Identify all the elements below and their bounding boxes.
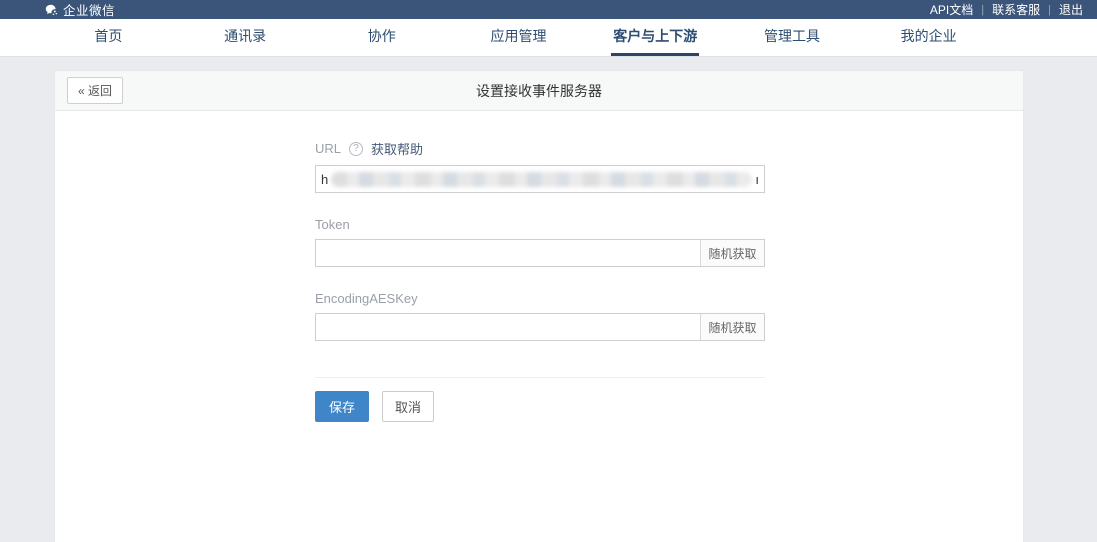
- url-value-prefix: h: [321, 172, 328, 187]
- separator: |: [981, 4, 984, 16]
- nav-item-label: 客户与上下游: [611, 19, 699, 56]
- topbar-link-api-docs[interactable]: API文档: [930, 1, 973, 18]
- nav-item-app-management[interactable]: 应用管理: [450, 19, 587, 56]
- nav-item-my-company[interactable]: 我的企业: [860, 19, 997, 56]
- form-actions: 保存 取消: [315, 391, 765, 422]
- url-input[interactable]: h ı: [315, 165, 765, 193]
- wechat-work-logo-icon: [44, 3, 58, 17]
- nav-item-label: 管理工具: [762, 19, 822, 56]
- get-help-link[interactable]: 获取帮助: [371, 139, 423, 158]
- page-title: 设置接收事件服务器: [55, 81, 1023, 101]
- token-input[interactable]: [316, 240, 700, 266]
- aeskey-field-group: EncodingAESKey 随机获取: [315, 291, 765, 341]
- nav-item-label: 协作: [366, 19, 398, 56]
- nav-item-admin-tools[interactable]: 管理工具: [724, 19, 861, 56]
- aeskey-input-group: 随机获取: [315, 313, 765, 341]
- topbar-links: API文档 | 联系客服 | 退出: [930, 1, 1083, 18]
- nav-item-label: 我的企业: [899, 19, 959, 56]
- url-value-suffix: ı: [755, 172, 759, 187]
- nav-item-collaboration[interactable]: 协作: [313, 19, 450, 56]
- save-button[interactable]: 保存: [315, 391, 369, 422]
- aeskey-input[interactable]: [316, 314, 700, 340]
- panel-header: « 返回 设置接收事件服务器: [55, 71, 1023, 111]
- topbar-link-contact-support[interactable]: 联系客服: [992, 1, 1040, 18]
- nav-item-label: 应用管理: [489, 19, 549, 56]
- nav-item-contacts[interactable]: 通讯录: [177, 19, 314, 56]
- back-button[interactable]: « 返回: [67, 77, 123, 104]
- main-nav: 首页 通讯录 协作 应用管理 客户与上下游 管理工具 我的企业: [0, 19, 1097, 57]
- aeskey-label-row: EncodingAESKey: [315, 291, 765, 306]
- nav-item-label: 通讯录: [222, 19, 268, 56]
- event-server-form: URL ? 获取帮助 h ı Token 随机获取 EncodingAESK: [55, 111, 765, 422]
- nav-item-customers-upstream-downstream[interactable]: 客户与上下游: [587, 19, 724, 56]
- brand[interactable]: 企业微信: [44, 0, 115, 19]
- token-label-row: Token: [315, 217, 765, 232]
- aeskey-label: EncodingAESKey: [315, 291, 418, 306]
- cancel-button[interactable]: 取消: [382, 391, 434, 422]
- settings-panel: « 返回 设置接收事件服务器 URL ? 获取帮助 h ı Token 随机获: [55, 71, 1023, 542]
- url-value-redacted-blur: [331, 172, 752, 187]
- token-label: Token: [315, 217, 350, 232]
- aeskey-random-generate-button[interactable]: 随机获取: [700, 314, 764, 340]
- topbar-link-logout[interactable]: 退出: [1059, 1, 1083, 18]
- nav-item-home[interactable]: 首页: [40, 19, 177, 56]
- separator: |: [1048, 4, 1051, 16]
- token-input-group: 随机获取: [315, 239, 765, 267]
- help-icon[interactable]: ?: [349, 142, 363, 156]
- nav-item-label: 首页: [92, 19, 124, 56]
- token-random-generate-button[interactable]: 随机获取: [700, 240, 764, 266]
- form-divider: [315, 377, 765, 378]
- url-field-group: URL ? 获取帮助 h ı: [315, 139, 765, 193]
- topbar: 企业微信 API文档 | 联系客服 | 退出: [0, 0, 1097, 19]
- url-label: URL: [315, 141, 341, 156]
- url-label-row: URL ? 获取帮助: [315, 139, 765, 158]
- token-field-group: Token 随机获取: [315, 217, 765, 267]
- brand-name: 企业微信: [63, 0, 115, 19]
